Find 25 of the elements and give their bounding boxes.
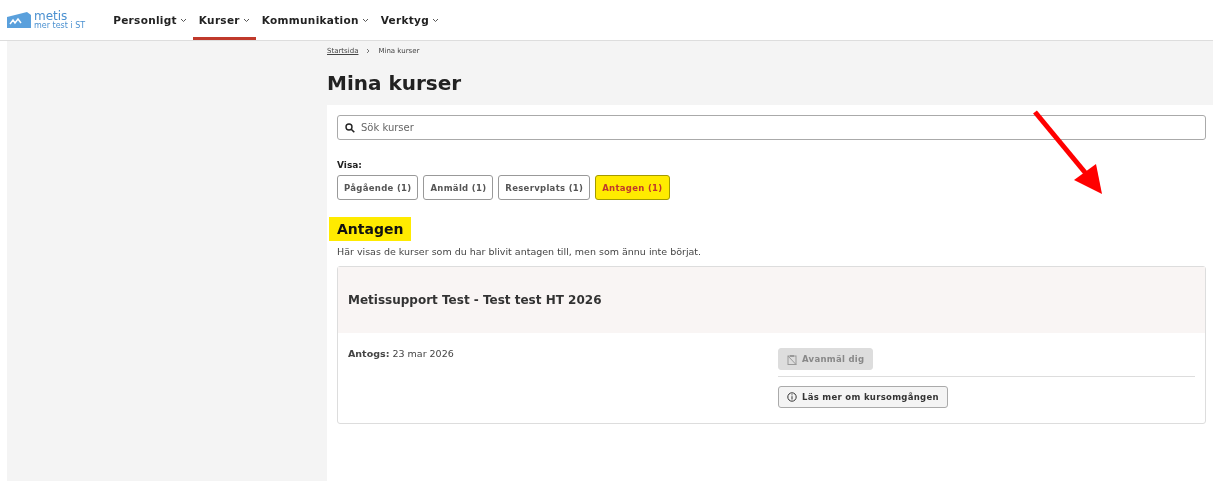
- clipboard-icon: [787, 353, 797, 365]
- filter-label: Visa:: [337, 160, 363, 170]
- logo-tagline: mer test i ST: [34, 22, 86, 30]
- chevron-down-icon: [361, 17, 369, 23]
- chevron-right-icon: [366, 47, 371, 55]
- filter-tab[interactable]: Reservplats (1): [498, 175, 591, 200]
- logo-icon: [7, 12, 31, 28]
- search-field[interactable]: Sök kurser: [337, 115, 1206, 140]
- page-title: Mina kurser: [327, 71, 463, 97]
- admission-date: Antogs: 23 mar 2026: [348, 348, 455, 361]
- nav-menu-item[interactable]: Personligt: [107, 0, 193, 40]
- chevron-down-icon: [242, 17, 250, 23]
- info-button[interactable]: Läs mer om kursomgången: [778, 386, 948, 408]
- filter-tab[interactable]: Pågående (1): [337, 175, 419, 200]
- chevron-down-icon: [179, 17, 187, 23]
- section-description: Här visas de kurser som du har blivit antagen till, men som ännu inte börjat.: [337, 246, 703, 257]
- filter-tab[interactable]: Antagen (1): [595, 175, 670, 200]
- section-title: Antagen: [329, 217, 412, 241]
- chevron-down-icon: [432, 17, 440, 23]
- nav-menu-item[interactable]: Kommunikation: [255, 0, 375, 40]
- info-icon: [787, 392, 797, 402]
- course-title: Metissupport Test - Test test HT 2026: [348, 293, 602, 307]
- logo-name: metis: [34, 10, 69, 22]
- filter-tab[interactable]: Anmäld (1): [423, 175, 494, 200]
- nav-menu-item[interactable]: Verktyg: [374, 0, 446, 40]
